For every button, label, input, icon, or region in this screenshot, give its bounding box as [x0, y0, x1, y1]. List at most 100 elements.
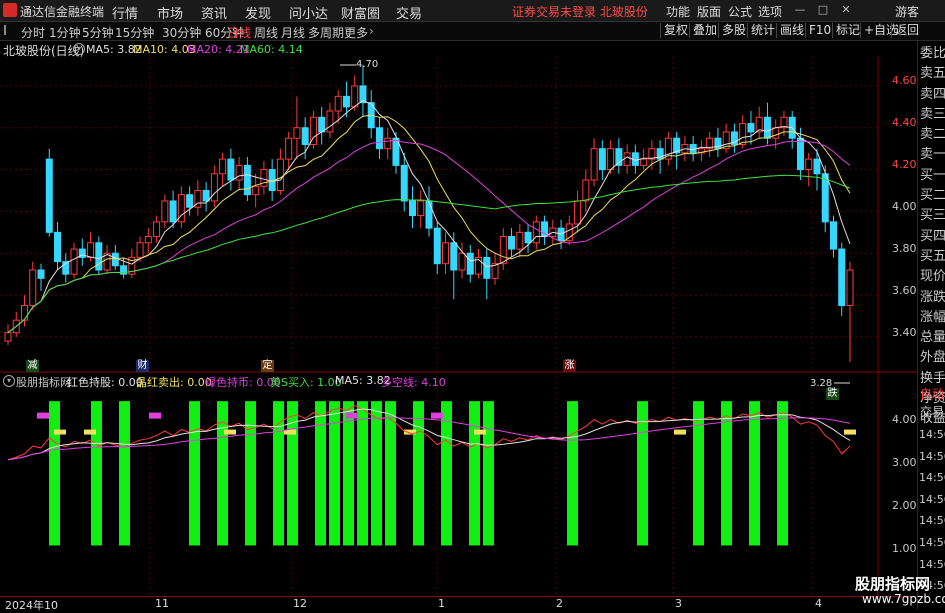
- trade-label[interactable]: 交易: [920, 403, 944, 420]
- period-tab-30min[interactable]: 30分钟: [162, 24, 201, 41]
- candle-body: [210, 173, 218, 202]
- menu-item-discover[interactable]: 发现: [245, 3, 271, 22]
- quote-field-3: 卖三: [920, 106, 945, 122]
- tool-f10-button[interactable]: F10: [805, 23, 834, 38]
- price-tick: 3.60: [892, 284, 917, 297]
- menu-item-layout[interactable]: 版面: [697, 3, 721, 20]
- indicator-chevron-icon[interactable]: ▾: [3, 375, 15, 387]
- event-marker-fixed[interactable]: 定: [261, 360, 274, 372]
- date-tick: 4: [815, 597, 822, 610]
- quote-field-6: 买一: [920, 167, 945, 183]
- period-tab-daily[interactable]: 日线: [227, 24, 251, 41]
- minimize-icon[interactable]: —: [792, 2, 808, 18]
- indicator-name[interactable]: 股朋指标网: [16, 374, 71, 390]
- candle-body: [499, 236, 507, 265]
- sell-marker: [431, 412, 443, 419]
- restore-icon[interactable]: □: [815, 2, 831, 18]
- price-chart[interactable]: [0, 57, 917, 597]
- sell-marker: [149, 412, 161, 419]
- tool-adjust-button[interactable]: 复权: [660, 23, 691, 38]
- tool-draw-button[interactable]: 画线: [776, 23, 807, 38]
- price-tick: 4.40: [892, 116, 917, 129]
- candle-body: [21, 305, 29, 321]
- menu-item-news[interactable]: 资讯: [201, 3, 227, 22]
- candle-body: [829, 221, 837, 250]
- login-warning[interactable]: 证券交易未登录 北玻股份: [512, 3, 648, 20]
- auto-trade-label[interactable]: 自动: [920, 385, 944, 402]
- event-marker-rise[interactable]: 涨: [563, 360, 576, 372]
- tool-mark-button[interactable]: 标记: [832, 23, 863, 38]
- tool-stats-button[interactable]: 统计: [747, 23, 778, 38]
- buy-signal-bar: [721, 401, 732, 546]
- buy-signal-bar: [315, 401, 326, 546]
- indicator-tick: 1.00: [892, 542, 917, 555]
- event-marker-finance[interactable]: 财: [136, 360, 149, 372]
- period-tab-weekly[interactable]: 周线: [254, 24, 278, 41]
- buy-signal-bar: [49, 401, 60, 546]
- candle-body: [111, 252, 119, 267]
- candle-body: [598, 148, 606, 171]
- candle-body: [70, 248, 78, 275]
- candle-body: [417, 200, 425, 217]
- buy-signal-bar: [483, 401, 494, 546]
- ma20-line: [7, 139, 851, 334]
- menu-item-function[interactable]: 功能: [666, 3, 690, 20]
- quote-field-7: 买二: [920, 188, 945, 204]
- buy-signal-bar: [469, 401, 480, 546]
- menu-item-options[interactable]: 选项: [758, 3, 782, 20]
- candle-body: [4, 332, 12, 342]
- candle-body: [153, 221, 161, 238]
- date-tick: 1: [438, 597, 445, 610]
- period-tab-5min[interactable]: 5分钟: [82, 24, 114, 41]
- period-tab-15min[interactable]: 15分钟: [115, 24, 154, 41]
- menu-item-formula[interactable]: 公式: [728, 3, 752, 20]
- tool-multistock-button[interactable]: 多股: [718, 23, 749, 38]
- candle-body: [301, 127, 309, 145]
- event-marker-fall[interactable]: 跌: [826, 388, 839, 400]
- menu-item-trade[interactable]: 交易: [396, 3, 422, 22]
- period-tab-1min[interactable]: 1分钟: [49, 24, 81, 41]
- candle-body: [508, 236, 516, 250]
- candle-body: [574, 200, 582, 225]
- period-tab-multi[interactable]: 多周期: [308, 24, 344, 41]
- quote-field-8: 买三: [920, 208, 945, 224]
- candle-body: [483, 256, 491, 279]
- chevron-down-icon[interactable]: ▾: [73, 43, 85, 55]
- date-tick: 11: [155, 597, 169, 610]
- candle-body: [565, 223, 573, 242]
- indicator-value: 多空线: 4.10: [381, 376, 446, 389]
- candle-body: [516, 231, 524, 250]
- period-tab-monthly[interactable]: 月线: [281, 24, 305, 41]
- tool-overlay-button[interactable]: 叠加: [689, 23, 720, 38]
- buy-signal-bar: [413, 401, 424, 546]
- candle-body: [334, 95, 342, 112]
- close-icon[interactable]: ✕: [838, 2, 854, 18]
- period-tab-more[interactable]: 更多: [344, 24, 368, 41]
- candle-body: [607, 148, 615, 171]
- buy-signal-bar: [567, 401, 578, 546]
- menu-item-wealth[interactable]: 财富圈: [341, 3, 380, 22]
- menu-item-ask[interactable]: 问小达: [289, 3, 328, 22]
- tick-time: 14:56: [919, 514, 945, 528]
- quote-field-list: 委比 卖五 卖四 卖三 卖二 卖一 买一 买二 买三 买四 买五 现价 涨跌 涨幅 总量 外盘 换手 净资 收益: [920, 44, 945, 430]
- candle-body: [29, 269, 37, 307]
- event-marker-reduce[interactable]: 减: [26, 360, 39, 372]
- more-chevron-icon[interactable]: ›: [369, 24, 374, 38]
- buy-signal-bar: [385, 401, 396, 546]
- quote-field-0: 委比: [920, 46, 945, 61]
- candle-body: [169, 200, 177, 223]
- candle-body: [276, 158, 284, 191]
- candle-body: [442, 242, 450, 265]
- quote-field-15: 外盘: [920, 350, 945, 366]
- menu-item-quotes[interactable]: 行情: [112, 3, 138, 22]
- buy-signal-bar: [91, 401, 102, 546]
- tool-back-button[interactable]: 返回: [891, 23, 922, 38]
- candle-body: [243, 164, 251, 196]
- candle-body: [400, 164, 408, 202]
- menu-item-market[interactable]: 市场: [157, 3, 183, 22]
- yellow-marker: [674, 429, 686, 435]
- guest-label[interactable]: 游客: [895, 3, 919, 20]
- period-tab-intraday[interactable]: 分时: [21, 24, 45, 41]
- buy-signal-bar: [189, 401, 200, 546]
- quote-field-5: 卖一: [920, 147, 945, 163]
